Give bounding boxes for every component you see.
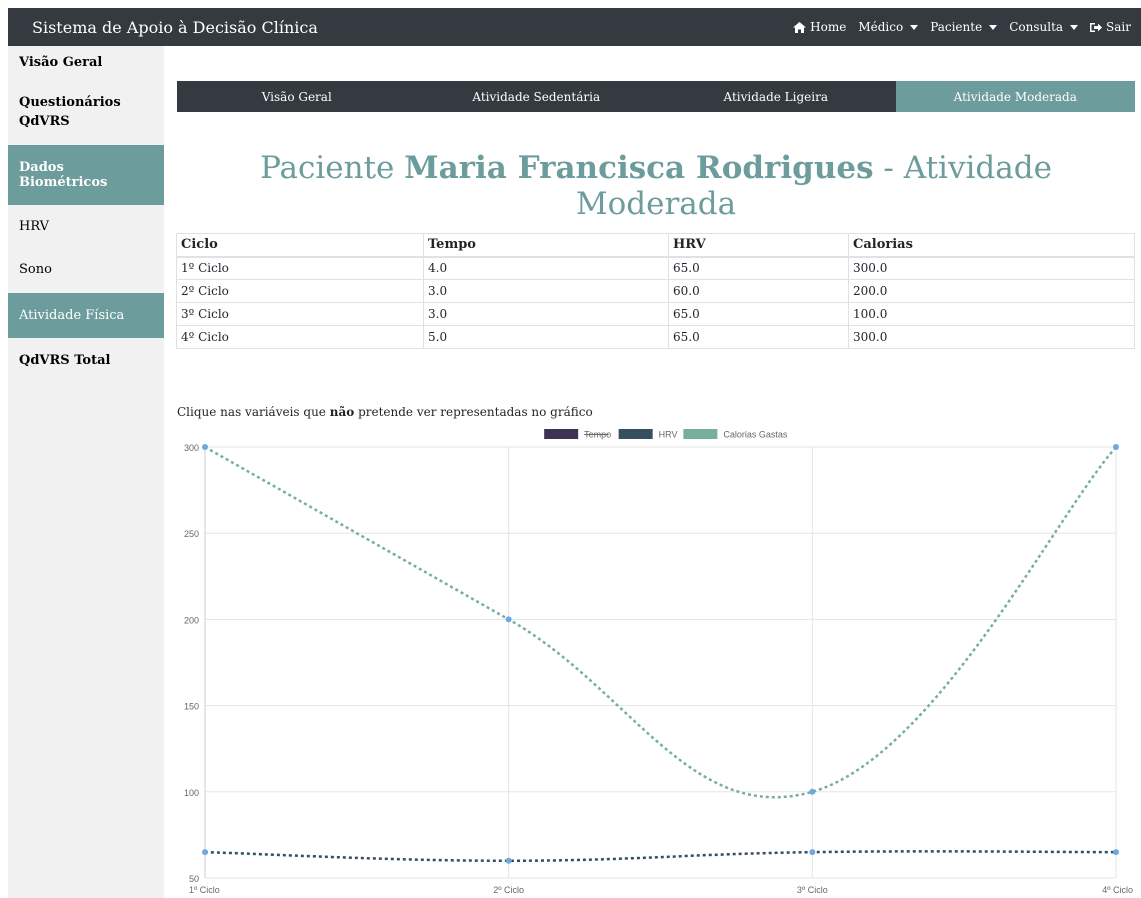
activity-tabs: Visão Geral Atividade Sedentária Ativida…: [177, 81, 1135, 112]
app-brand[interactable]: Sistema de Apoio à Decisão Clínica: [32, 18, 318, 37]
x-tick-label: 1º Ciclo: [189, 885, 220, 895]
table-cell: 65.0: [668, 302, 849, 326]
table-cell: 2º Ciclo: [176, 279, 424, 303]
nav-consulta-dropdown[interactable]: Consulta: [1009, 20, 1079, 34]
column-header: Calorias: [848, 233, 1135, 258]
y-tick-label: 200: [184, 615, 199, 625]
sidebar-item-atividade-fisica[interactable]: Atividade Física: [8, 293, 164, 338]
tab-atividade-moderada[interactable]: Atividade Moderada: [895, 81, 1135, 112]
tab-atividade-sedentaria[interactable]: Atividade Sedentária: [417, 81, 657, 112]
table-cell: 300.0: [848, 256, 1135, 280]
table-header-row: Ciclo Tempo HRV Calorias: [176, 233, 1135, 258]
sidebar-item-hrv[interactable]: HRV: [8, 205, 164, 248]
sidebar-item-sono[interactable]: Sono: [8, 248, 164, 291]
table-cell: 3º Ciclo: [176, 302, 424, 326]
nav-medico-dropdown[interactable]: Médico: [858, 20, 919, 34]
title-prefix: Paciente: [260, 150, 395, 186]
y-tick-label: 150: [184, 702, 199, 712]
data-point: [809, 788, 816, 795]
nav-home-label: Home: [810, 20, 847, 34]
series-line-hrv: [204, 850, 1117, 863]
legend-swatch: [683, 429, 718, 439]
table-cell: 65.0: [668, 325, 849, 349]
hint-after: pretende ver representadas no gráfico: [358, 405, 593, 419]
nav-paciente-dropdown[interactable]: Paciente: [930, 20, 998, 34]
table-cell: 200.0: [848, 279, 1135, 303]
table-row: 1º Ciclo 4.0 65.0 300.0: [176, 256, 1135, 280]
legend-label[interactable]: HRV: [659, 430, 678, 440]
table-cell: 3.0: [423, 279, 669, 303]
nav-links: Home Médico Paciente Consulta Sair: [793, 20, 1131, 34]
sidebar-item-questionarios[interactable]: Questionários QdVRS: [8, 80, 128, 141]
sidebar-item-visao-geral[interactable]: Visão Geral: [8, 46, 164, 80]
nav-home-link[interactable]: Home: [793, 20, 846, 34]
nav-sair-link[interactable]: Sair: [1090, 20, 1131, 34]
caret-down-icon: [989, 24, 998, 30]
table-row: 4º Ciclo 5.0 65.0 300.0: [176, 325, 1135, 349]
table-cell: 300.0: [848, 325, 1135, 349]
nav-medico-label: Médico: [858, 20, 904, 34]
legend-label[interactable]: Calorias Gastas: [723, 430, 788, 440]
sidebar-item-qdvrs-total[interactable]: QdVRS Total: [8, 338, 164, 383]
patient-name: Maria Francisca Rodrigues: [404, 150, 874, 186]
x-tick-label: 4º Ciclo: [1102, 885, 1133, 895]
column-header: Ciclo: [176, 233, 424, 258]
legend-swatch: [544, 429, 579, 439]
nav-paciente-label: Paciente: [930, 20, 983, 34]
hint-bold: não: [329, 405, 355, 419]
column-header: Tempo: [423, 233, 669, 258]
y-tick-label: 250: [184, 529, 199, 539]
data-point: [1113, 849, 1119, 856]
tab-atividade-ligeira[interactable]: Atividade Ligeira: [656, 81, 896, 112]
table-row: 3º Ciclo 3.0 65.0 100.0: [176, 302, 1135, 326]
activity-line-chart: 50 100 150 200 250 300 1º Ciclo 2º Ciclo 3º Cicl…: [184, 429, 1133, 895]
y-tick-label: 100: [184, 788, 199, 798]
home-icon: [793, 21, 807, 33]
page-title: Paciente Maria Francisca Rodrigues - Ati…: [177, 150, 1135, 222]
data-point: [202, 849, 208, 856]
data-point: [1113, 444, 1119, 450]
table-cell: 4.0: [423, 256, 669, 280]
nav-sair-label: Sair: [1106, 20, 1131, 34]
table-cell: 60.0: [668, 279, 849, 303]
y-tick-label: 300: [184, 443, 199, 453]
nav-consulta-label: Consulta: [1009, 20, 1064, 34]
table-row: 2º Ciclo 3.0 60.0 200.0: [176, 279, 1135, 303]
column-header: HRV: [668, 233, 849, 258]
hint-before: Clique nas variáveis que: [177, 405, 326, 419]
data-point: [505, 616, 512, 623]
cycle-table: Ciclo Tempo HRV Calorias 1º Ciclo 4.0 65…: [176, 233, 1135, 349]
table-cell: 1º Ciclo: [176, 256, 424, 280]
x-tick-label: 3º Ciclo: [797, 885, 828, 895]
data-point: [809, 849, 816, 856]
table-cell: 4º Ciclo: [176, 325, 424, 349]
data-point: [505, 857, 512, 864]
tab-visao-geral[interactable]: Visão Geral: [177, 81, 417, 112]
sign-out-icon: [1090, 22, 1103, 32]
legend-swatch: [618, 429, 653, 439]
table-cell: 5.0: [423, 325, 669, 349]
caret-down-icon: [1070, 24, 1079, 30]
table-cell: 65.0: [668, 256, 849, 280]
data-point: [202, 444, 208, 450]
top-navbar: Sistema de Apoio à Decisão Clínica Home …: [8, 8, 1141, 46]
table-cell: 100.0: [848, 302, 1135, 326]
sidebar-item-dados-biometricos[interactable]: Dados Biométricos: [8, 145, 164, 205]
table-cell: 3.0: [423, 302, 669, 326]
chart-hint: Clique nas variáveis que não pretende ve…: [177, 405, 593, 419]
y-tick-label: 50: [189, 874, 199, 884]
x-tick-label: 2º Ciclo: [493, 885, 524, 895]
series-line-calorias-gastas: [204, 445, 1117, 799]
sidebar: Visão Geral Questionários QdVRS Dados Bi…: [8, 46, 164, 898]
caret-down-icon: [910, 24, 919, 30]
